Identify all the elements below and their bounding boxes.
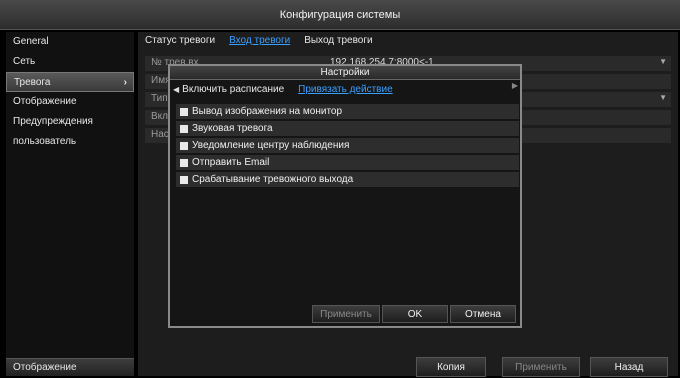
sidebar-item-warnings[interactable]: Предупреждения bbox=[6, 112, 134, 132]
option-label: Срабатывание тревожного выхода bbox=[192, 174, 354, 185]
option-monitor-output[interactable]: Вывод изображения на монитор bbox=[176, 104, 519, 119]
checkbox[interactable] bbox=[180, 175, 188, 184]
checkbox[interactable] bbox=[180, 158, 188, 167]
field-label: Вкл bbox=[151, 111, 168, 122]
dialog-tabs: ◀ Включить расписание Привязать действие… bbox=[170, 81, 520, 97]
option-label: Вывод изображения на монитор bbox=[192, 106, 343, 117]
option-label: Звуковая тревога bbox=[192, 123, 273, 134]
chevron-down-icon[interactable]: ▼ bbox=[659, 93, 667, 102]
field-label: Нас bbox=[151, 129, 169, 140]
arrow-right-icon[interactable]: ▶ bbox=[512, 81, 518, 90]
tab-alarm-input[interactable]: Вход тревоги bbox=[229, 35, 290, 46]
tab-link-action[interactable]: Привязать действие bbox=[298, 84, 392, 95]
sidebar-item-network[interactable]: Сеть bbox=[6, 52, 134, 72]
dialog-footer: Применить OK Отмена bbox=[170, 302, 520, 326]
checkbox[interactable] bbox=[180, 141, 188, 150]
option-send-email[interactable]: Отправить Email bbox=[176, 155, 519, 170]
dialog-ok-button[interactable]: OK bbox=[382, 305, 448, 323]
copy-button[interactable]: Копия bbox=[416, 357, 486, 377]
sidebar-item-user[interactable]: пользователь bbox=[6, 132, 134, 152]
tab-enable-schedule[interactable]: Включить расписание bbox=[182, 84, 284, 95]
option-label: Отправить Email bbox=[192, 157, 270, 168]
settings-dialog: Настройки ◀ Включить расписание Привязат… bbox=[168, 64, 522, 328]
option-audible-alarm[interactable]: Звуковая тревога bbox=[176, 121, 519, 136]
sidebar-item-display[interactable]: Отображение bbox=[6, 92, 134, 112]
option-notify-center[interactable]: Уведомление центру наблюдения bbox=[176, 138, 519, 153]
option-label: Уведомление центру наблюдения bbox=[192, 140, 350, 151]
sidebar: General Сеть Тревога Отображение Предупр… bbox=[6, 32, 134, 376]
sidebar-bottom-display[interactable]: Отображение bbox=[6, 358, 134, 376]
tab-alarm-status[interactable]: Статус тревоги bbox=[145, 35, 215, 46]
checkbox[interactable] bbox=[180, 124, 188, 133]
chevron-down-icon[interactable]: ▼ bbox=[659, 57, 667, 66]
tab-alarm-output[interactable]: Выход тревоги bbox=[304, 35, 372, 46]
option-trigger-output[interactable]: Срабатывание тревожного выхода bbox=[176, 172, 519, 187]
back-button[interactable]: Назад bbox=[590, 357, 668, 377]
apply-button[interactable]: Применить bbox=[502, 357, 580, 377]
dialog-cancel-button[interactable]: Отмена bbox=[450, 305, 516, 323]
field-label: Тип bbox=[151, 93, 168, 104]
arrow-left-icon[interactable]: ◀ bbox=[173, 85, 179, 94]
sidebar-item-general[interactable]: General bbox=[6, 32, 134, 52]
main-tabs: Статус тревоги Вход тревоги Выход тревог… bbox=[138, 32, 678, 48]
dialog-apply-button[interactable]: Применить bbox=[312, 305, 380, 323]
dialog-title: Настройки bbox=[170, 66, 520, 80]
window-title: Конфигурация системы bbox=[0, 0, 680, 30]
checkbox[interactable] bbox=[180, 107, 188, 116]
sidebar-item-alarm[interactable]: Тревога bbox=[6, 72, 134, 93]
